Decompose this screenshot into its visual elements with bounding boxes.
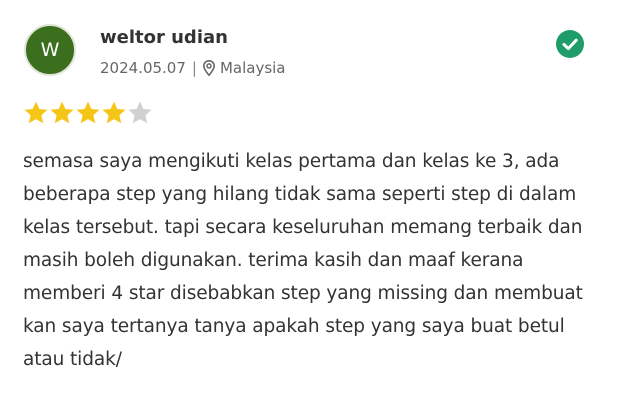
star-filled-icon xyxy=(101,100,127,126)
meta-separator: | xyxy=(191,59,197,77)
star-filled-icon xyxy=(23,100,49,126)
review-date: 2024.05.07 xyxy=(100,59,186,77)
check-circle-icon xyxy=(556,30,584,58)
review-meta: 2024.05.07 | Malaysia xyxy=(100,59,286,77)
review-text: semasa saya mengikuti kelas pertama dan … xyxy=(23,151,583,370)
map-pin-icon xyxy=(202,59,215,77)
star-filled-icon xyxy=(75,100,101,126)
reviewer-name: weltor udian xyxy=(100,27,228,48)
avatar-initial: W xyxy=(40,39,60,61)
avatar: W xyxy=(24,24,76,76)
star-empty-icon xyxy=(127,100,153,126)
review-card: W weltor udian 2024.05.07 | Malaysia sem… xyxy=(0,0,618,407)
star-filled-icon xyxy=(49,100,75,126)
star-rating xyxy=(23,100,153,126)
review-location: Malaysia xyxy=(219,59,286,77)
